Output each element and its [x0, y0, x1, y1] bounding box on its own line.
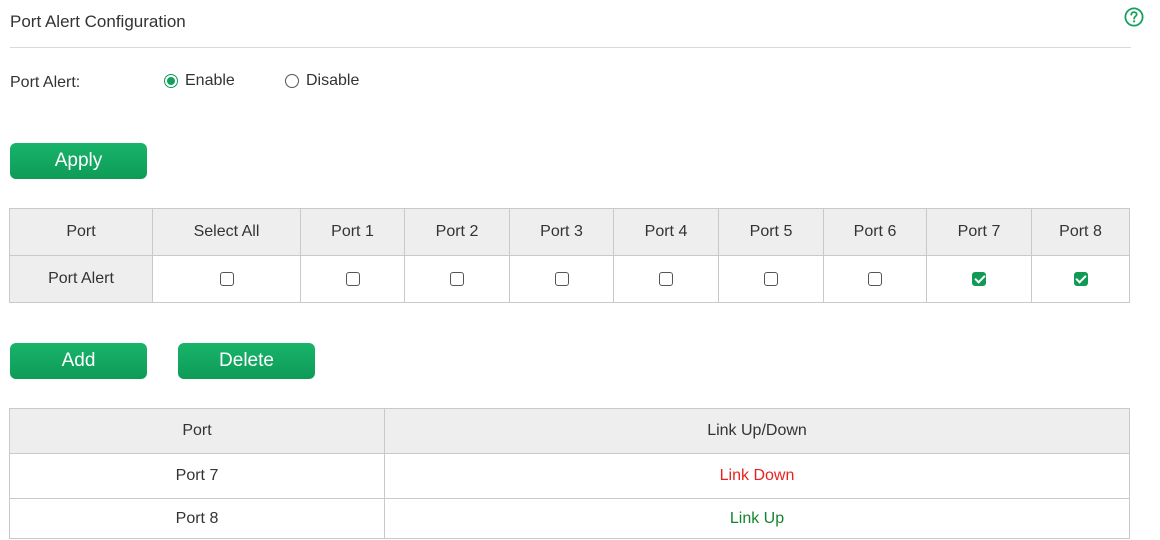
select-all-header: Select All	[152, 208, 301, 256]
help-icon[interactable]	[1124, 7, 1144, 27]
port-table-header-row: Port Select All Port 1 Port 2 Port 3 Por…	[9, 208, 1130, 256]
port-alert-label: Port Alert:	[10, 74, 81, 91]
add-button[interactable]: Add	[10, 343, 147, 379]
port-4-checkbox[interactable]	[659, 271, 673, 286]
port-3-checkbox[interactable]	[554, 271, 569, 286]
port-column-header: Port	[9, 208, 153, 256]
port-header: Port 2	[404, 208, 510, 256]
disable-radio[interactable]	[285, 74, 299, 88]
port-7-checkbox[interactable]	[972, 271, 986, 286]
table-row[interactable]: Port 7 Link Down	[9, 453, 1130, 499]
disable-radio-option[interactable]: Disable	[285, 72, 359, 90]
disable-radio-label: Disable	[306, 72, 360, 89]
link-table-header-row: Port Link Up/Down	[9, 408, 1130, 454]
port-1-checkbox[interactable]	[345, 271, 360, 286]
port-column-header: Port	[9, 408, 385, 454]
port-5-checkbox[interactable]	[764, 271, 778, 286]
port-header: Port 4	[613, 208, 719, 256]
table-row[interactable]: Port 8 Link Up	[9, 498, 1130, 539]
row-link-status: Link Up	[384, 498, 1130, 539]
row-port: Port 8	[9, 498, 385, 539]
enable-radio-option[interactable]: Enable	[164, 72, 235, 90]
port-8-checkbox[interactable]	[1073, 271, 1088, 286]
port-header: Port 7	[926, 208, 1032, 256]
port-alert-row: Port Alert: Enable Disable	[10, 72, 610, 94]
page-title: Port Alert Configuration	[10, 12, 186, 31]
port-6-checkbox[interactable]	[868, 271, 882, 286]
port-header: Port 1	[300, 208, 405, 256]
port-header: Port 6	[823, 208, 927, 256]
row-link-status: Link Down	[384, 453, 1130, 499]
port-alert-table: Port Select All Port 1 Port 2 Port 3 Por…	[9, 208, 1130, 303]
apply-button[interactable]: Apply	[10, 143, 147, 179]
link-status-table: Port Link Up/Down Port 7 Link Down Port …	[9, 408, 1130, 539]
port-header: Port 5	[718, 208, 824, 256]
enable-radio[interactable]	[164, 74, 178, 88]
port-2-checkbox[interactable]	[450, 271, 464, 286]
port-header: Port 8	[1031, 208, 1130, 256]
select-all-checkbox[interactable]	[219, 271, 234, 286]
delete-button[interactable]: Delete	[178, 343, 315, 379]
enable-radio-label: Enable	[185, 72, 235, 89]
port-alert-row-label: Port Alert	[9, 255, 153, 303]
port-alert-row-cells: Port Alert	[9, 255, 1130, 303]
title-divider	[10, 47, 1131, 48]
link-status-column-header: Link Up/Down	[384, 408, 1130, 454]
port-header: Port 3	[509, 208, 614, 256]
row-port: Port 7	[9, 453, 385, 499]
